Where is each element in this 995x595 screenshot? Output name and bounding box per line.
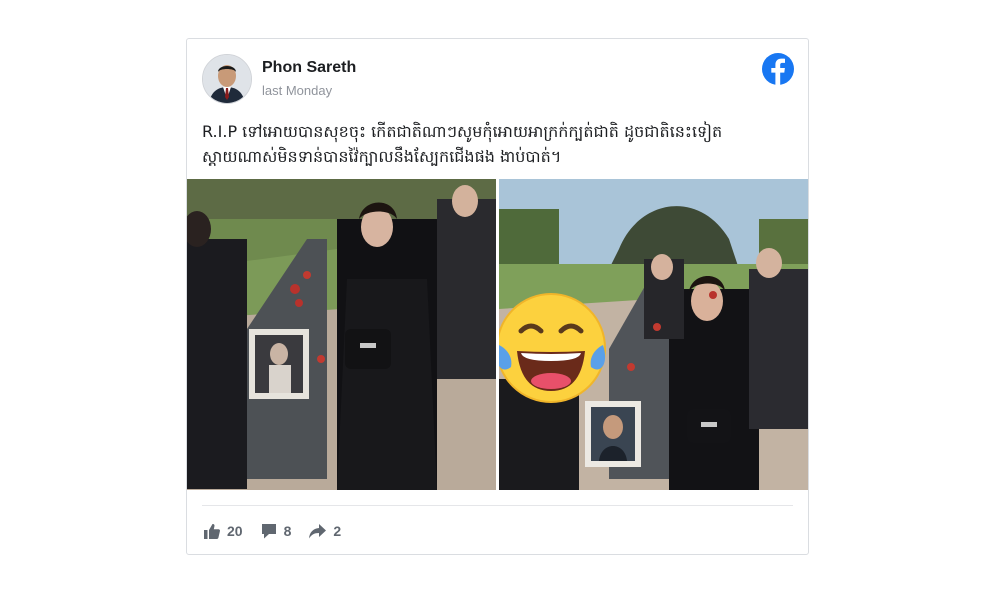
post-timestamp[interactable]: last Monday <box>262 83 332 98</box>
author-name[interactable]: Phon Sareth <box>262 59 356 77</box>
divider <box>202 505 793 506</box>
comment-icon <box>261 524 276 539</box>
reaction-bar: 20 8 2 <box>204 519 341 543</box>
share-count[interactable]: 2 <box>309 523 341 539</box>
post-photo[interactable] <box>499 179 808 490</box>
share-count-value: 2 <box>333 523 342 539</box>
share-icon <box>309 524 327 539</box>
facebook-icon[interactable] <box>762 53 794 85</box>
comment-count[interactable]: 8 <box>261 523 292 539</box>
post-card: Phon Sareth last Monday R.I.P ទៅអោយបានសុ… <box>186 38 809 555</box>
photo-grid <box>187 179 808 490</box>
laughing-emoji-icon <box>499 293 606 403</box>
like-count[interactable]: 20 <box>204 523 243 539</box>
thumbs-up-icon <box>204 523 220 539</box>
like-count-value: 20 <box>227 523 243 539</box>
author-avatar[interactable] <box>202 54 252 104</box>
post-text: R.I.P ទៅអោយបានសុខចុះ កើតជាតិណាៗសូមកុំអោយ… <box>202 122 723 166</box>
comment-count-value: 8 <box>283 523 292 539</box>
post-photo[interactable] <box>187 179 496 490</box>
